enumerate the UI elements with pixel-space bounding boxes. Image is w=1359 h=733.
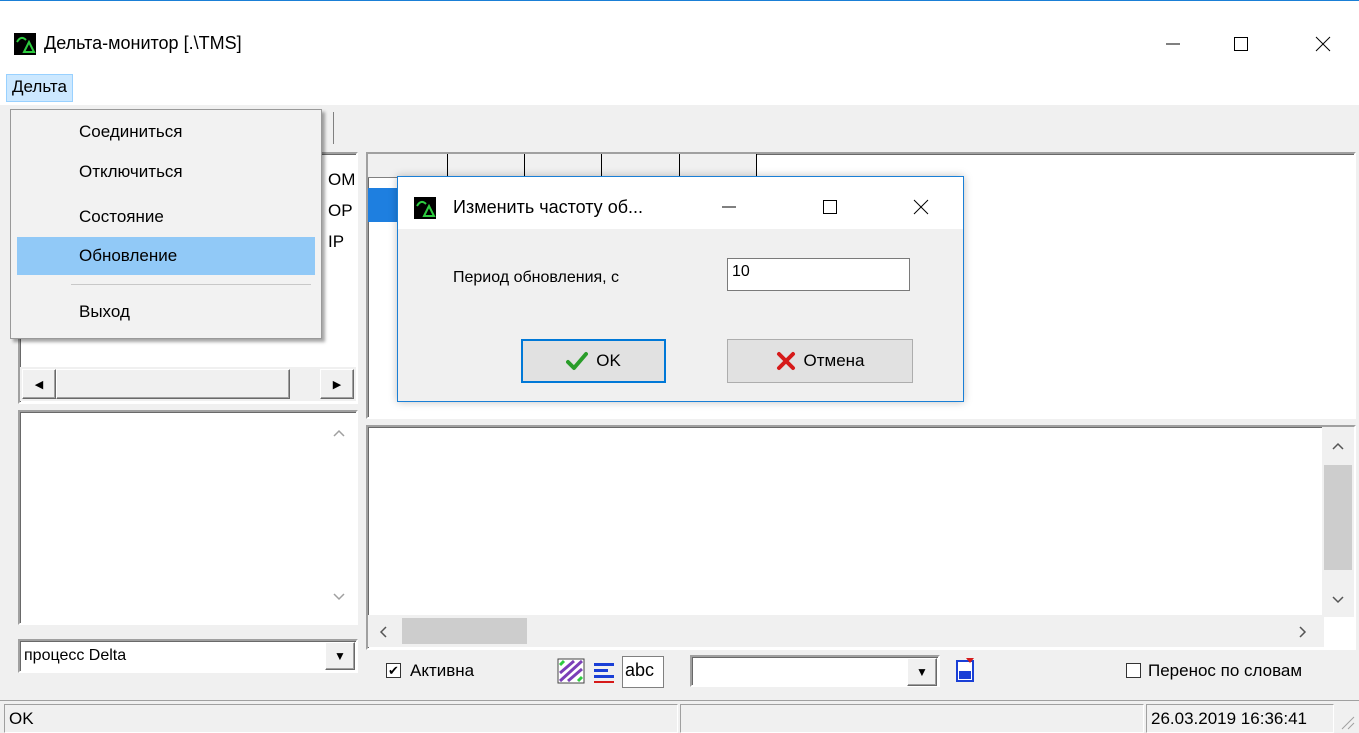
checkmark-icon (566, 352, 589, 370)
grid-header-cell[interactable] (525, 154, 602, 178)
dropdown-arrow-icon[interactable]: ▼ (325, 642, 355, 670)
scroll-left-icon[interactable] (378, 625, 388, 639)
left-log-panel[interactable] (18, 410, 358, 625)
status-bar: OK 26.03.2019 16:36:41 (0, 700, 1359, 733)
log-vertical-scrollbar[interactable] (1322, 427, 1354, 617)
bottom-select[interactable]: ▼ (690, 655, 940, 687)
status-middle (680, 704, 1144, 733)
grid-header-cell[interactable] (680, 154, 757, 178)
wrap-checkbox[interactable] (1126, 663, 1141, 678)
menu-item-status[interactable]: Состояние (17, 198, 315, 236)
cancel-button[interactable]: Отмена (727, 339, 913, 383)
scroll-thumb[interactable] (1324, 465, 1352, 570)
scroll-up-icon[interactable] (332, 428, 346, 438)
minimize-button[interactable] (1150, 22, 1196, 66)
tree-item-fragment[interactable]: IP (328, 232, 344, 252)
cancel-button-label: Отмена (803, 351, 865, 370)
wrap-label: Перенос по словам (1148, 661, 1303, 680)
grid-header-cell[interactable] (368, 154, 448, 178)
period-label: Период обновления, с (453, 269, 620, 286)
menu-item-refresh[interactable]: Обновление (17, 237, 315, 275)
grid-header-cell[interactable] (448, 154, 525, 178)
maximize-button[interactable] (1218, 22, 1264, 66)
active-checkbox[interactable]: ✔ (386, 663, 401, 678)
menu-bar (0, 70, 1359, 105)
scroll-up-icon[interactable] (1331, 441, 1345, 451)
text-format-button[interactable]: abc (622, 656, 664, 688)
tree-horizontal-scrollbar[interactable]: ◀ ▶ (20, 367, 356, 401)
cross-icon (776, 352, 795, 370)
scroll-thumb[interactable] (56, 369, 290, 399)
status-text: OK (4, 704, 678, 733)
scroll-thumb[interactable] (402, 618, 527, 644)
status-datetime: 26.03.2019 16:36:41 (1146, 704, 1334, 733)
scroll-down-icon[interactable] (332, 592, 346, 602)
menu-item-disconnect[interactable]: Отключиться (17, 153, 315, 191)
dialog-close-button[interactable] (898, 189, 944, 225)
menu-item-exit[interactable]: Выход (17, 293, 315, 331)
menu-item-connect[interactable]: Соединиться (17, 113, 315, 151)
app-icon (14, 33, 36, 55)
tree-item-fragment[interactable]: OP (328, 201, 353, 221)
menu-separator (71, 284, 311, 285)
menu-delta[interactable]: Дельта (6, 74, 73, 102)
period-input[interactable]: 10 (727, 258, 910, 291)
lines-icon[interactable] (590, 656, 618, 686)
process-select-value: процесс Delta (24, 647, 127, 664)
log-horizontal-scrollbar[interactable] (368, 615, 1324, 647)
dialog-minimize-button[interactable] (706, 189, 752, 225)
grid-header-cell[interactable] (602, 154, 680, 178)
tree-item-fragment[interactable]: OM (328, 170, 355, 190)
dropdown-arrow-icon[interactable]: ▼ (907, 658, 937, 686)
resize-grip-icon[interactable] (1338, 713, 1356, 731)
toolbar-separator (320, 112, 334, 144)
process-select[interactable]: процесс Delta ▼ (18, 639, 358, 673)
delta-menu-dropdown: Соединиться Отключиться Состояние Обновл… (10, 109, 322, 339)
ok-button-label: OK (596, 351, 621, 370)
scroll-left-arrow-icon[interactable]: ◀ (22, 369, 56, 399)
window-title: Дельта-монитор [.\TMS] (44, 33, 242, 53)
scroll-right-arrow-icon[interactable]: ▶ (320, 369, 354, 399)
dialog-title-bar: Изменить частоту об... (398, 177, 963, 229)
dialog-maximize-button[interactable] (807, 189, 853, 225)
refresh-rate-dialog: Изменить частоту об... Период обновления… (397, 176, 964, 402)
scroll-right-icon[interactable] (1298, 625, 1308, 639)
save-icon[interactable] (950, 656, 980, 686)
app-icon (414, 197, 436, 219)
scroll-down-icon[interactable] (1331, 595, 1345, 605)
ok-button[interactable]: OK (521, 339, 666, 383)
active-label: Активна (410, 661, 475, 680)
dialog-title: Изменить частоту об... (453, 197, 644, 217)
filter-icon[interactable] (555, 656, 587, 686)
close-button[interactable] (1300, 22, 1346, 66)
